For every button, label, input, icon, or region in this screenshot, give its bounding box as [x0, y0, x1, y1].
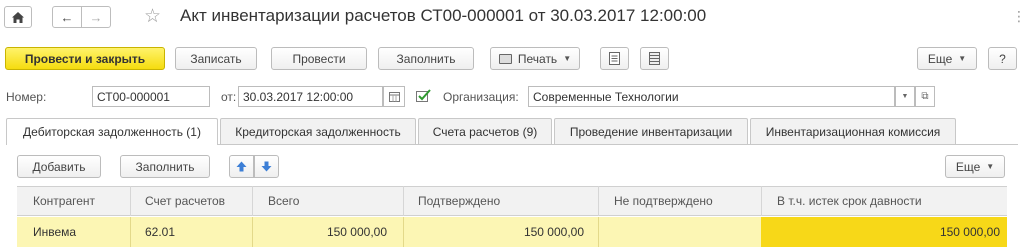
page-title: Акт инвентаризации расчетов СТ00-000001 …: [180, 6, 707, 25]
table-more-button[interactable]: Еще ▼: [945, 155, 1005, 178]
col-divider: [130, 186, 131, 216]
number-label: Номер:: [6, 90, 47, 104]
calendar-icon: [388, 91, 400, 102]
col-divider: [252, 186, 253, 216]
fill-button[interactable]: Заполнить: [378, 47, 474, 70]
more-label: Еще: [927, 51, 953, 66]
document-icon: [609, 52, 620, 65]
more-button[interactable]: Еще ▼: [917, 47, 977, 70]
save-button[interactable]: Записать: [175, 47, 257, 70]
organization-field[interactable]: Современные Технологии: [528, 86, 895, 107]
organization-open-button[interactable]: ⧉: [915, 86, 935, 107]
arrow-down-icon: [261, 161, 272, 172]
col-divider: [761, 186, 762, 216]
journal-icon: [649, 52, 660, 65]
open-link-icon: ⧉: [921, 91, 929, 102]
help-button[interactable]: ?: [988, 47, 1017, 70]
cell-expired[interactable]: 150 000,00: [762, 217, 1000, 247]
printer-icon: [498, 53, 512, 64]
calendar-button[interactable]: [383, 86, 405, 107]
cell-confirmed[interactable]: 150 000,00: [404, 217, 584, 247]
forward-button[interactable]: →: [81, 6, 111, 28]
col-header-expired[interactable]: В т.ч. истек срок давности: [777, 186, 922, 216]
table-more-label: Еще: [955, 159, 981, 174]
post-and-close-button[interactable]: Провести и закрыть: [5, 47, 165, 70]
date-label: от:: [221, 90, 237, 104]
home-icon: [12, 11, 24, 23]
posted-status-icon: [416, 89, 432, 103]
col-divider: [598, 186, 599, 216]
col-header-account[interactable]: Счет расчетов: [145, 186, 225, 216]
date-field[interactable]: 30.03.2017 12:00:00: [238, 86, 383, 107]
cell-account[interactable]: 62.01: [145, 217, 175, 247]
arrow-right-icon: →: [89, 9, 103, 25]
organization-dropdown-button[interactable]: ▼: [895, 86, 915, 107]
print-label: Печать: [517, 51, 558, 66]
add-row-button[interactable]: Добавить: [17, 155, 101, 178]
col-header-confirmed[interactable]: Подтверждено: [418, 186, 500, 216]
organization-label: Организация:: [443, 90, 519, 104]
cell-not-confirmed[interactable]: [599, 217, 747, 247]
cell-counterparty[interactable]: Инвема: [33, 217, 76, 247]
cell-total[interactable]: 150 000,00: [253, 217, 387, 247]
col-header-not-confirmed[interactable]: Не подтверждено: [614, 186, 713, 216]
number-field[interactable]: СТ00-000001: [92, 86, 210, 107]
tab-payables[interactable]: Кредиторская задолженность: [220, 118, 416, 144]
move-up-button[interactable]: [229, 155, 254, 178]
chevron-down-icon: ▼: [958, 54, 967, 63]
chevron-down-icon: ▼: [901, 93, 909, 100]
arrow-up-icon: [236, 161, 247, 172]
tab-receivables[interactable]: Дебиторская задолженность (1): [6, 118, 218, 145]
print-button[interactable]: Печать ▼: [490, 47, 580, 70]
col-header-counterparty[interactable]: Контрагент: [33, 186, 95, 216]
move-down-button[interactable]: [254, 155, 279, 178]
journal-button[interactable]: [640, 47, 669, 70]
col-divider: [403, 186, 404, 216]
back-button[interactable]: ←: [52, 6, 82, 28]
cell-divider: [130, 217, 131, 247]
favorite-star-icon[interactable]: ☆: [144, 7, 161, 26]
arrow-left-icon: ←: [60, 9, 74, 25]
chevron-down-icon: ▼: [563, 54, 572, 63]
chevron-down-icon: ▼: [986, 162, 995, 171]
post-button[interactable]: Провести: [271, 47, 367, 70]
tab-inventory-posting[interactable]: Проведение инвентаризации: [554, 118, 748, 144]
table-fill-button[interactable]: Заполнить: [120, 155, 210, 178]
tab-settlement-accounts[interactable]: Счета расчетов (9): [418, 118, 552, 144]
home-button[interactable]: [4, 6, 32, 28]
tab-inventory-commission[interactable]: Инвентаризационная комиссия: [750, 118, 956, 144]
col-header-total[interactable]: Всего: [268, 186, 299, 216]
document-button[interactable]: [600, 47, 629, 70]
more-options-icon[interactable]: ⋮: [1012, 8, 1024, 25]
